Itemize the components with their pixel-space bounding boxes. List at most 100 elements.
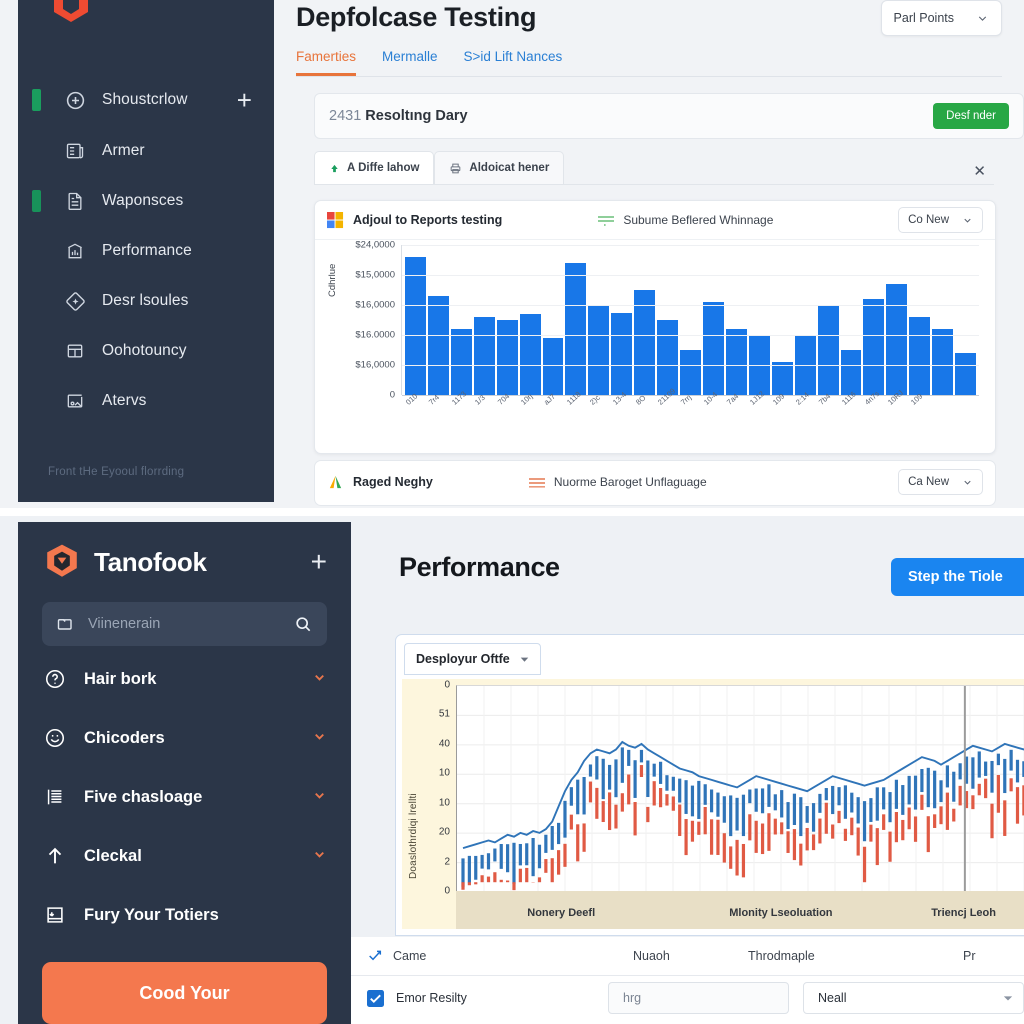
add-button[interactable]: + — [237, 87, 252, 113]
performance-chart-card: Desployur Oftfe Doaslothrdiqi lrellti 0 5… — [395, 634, 1024, 936]
bar-chart-bar[interactable] — [863, 299, 885, 395]
line-chart-band-label: Mlonity Lseoluation — [729, 907, 833, 919]
table-col-pr: Pr — [963, 949, 976, 963]
bar-chart-bar[interactable] — [588, 305, 610, 395]
file-tab-label: A Diffe lahow — [347, 162, 420, 174]
question-circle-icon — [42, 668, 68, 690]
sidebar-item-shoustcrlow[interactable]: Shoustcrlow + — [18, 74, 274, 126]
line-chart-y-tick: 40 — [438, 738, 450, 750]
row-select-label: Neall — [818, 991, 847, 1005]
cood-your-button[interactable]: Cood Your — [42, 962, 327, 1024]
bar-chart-gridline — [402, 245, 979, 246]
line-chart-y-tick: 2 — [444, 856, 450, 868]
bar-chart-bar[interactable] — [932, 329, 954, 395]
close-icon[interactable]: ✕ — [973, 162, 986, 180]
bar-chart-select[interactable]: Co New — [898, 207, 983, 233]
sidebar-item-label: Fury Your Totiers — [84, 905, 219, 924]
orange-hexagon-logo-icon — [42, 542, 82, 582]
sidebar-item-chicoders[interactable]: Chicoders — [18, 712, 351, 764]
sidebar-item-fury-your-totiers[interactable]: Fury Your Totiers — [18, 889, 351, 941]
sidebar-item-armer[interactable]: Armer — [18, 126, 274, 176]
brand-header: Tanofook + — [18, 522, 351, 602]
tab-sid-lift-nances[interactable]: S>id Lift Nances — [464, 49, 563, 76]
table-col-throdmaple: Throdmaple — [748, 949, 815, 963]
bar-chart-bar[interactable] — [886, 284, 908, 395]
chevron-down-icon[interactable] — [312, 788, 327, 806]
bar-chart-bar[interactable] — [565, 263, 587, 395]
blue-check-icon[interactable] — [367, 989, 384, 1007]
header-select[interactable]: Parl Points — [880, 0, 1002, 36]
bar-chart-bar[interactable] — [909, 317, 931, 395]
bar-chart-bar[interactable] — [817, 305, 839, 395]
bar-chart-x-axis: 010 7r4 1173 1/3 704 10rj aJ7 1118 2)c 13-4 8O 2110… — [401, 386, 979, 439]
chevron-down-icon — [962, 215, 973, 226]
bar-chart-bar[interactable] — [634, 290, 656, 395]
bar-chart-gridline — [402, 275, 979, 276]
table-row[interactable]: Adeal nent 10.47UM $:201. Gartt 2019 20,… — [351, 1020, 1024, 1024]
bar-chart-bar[interactable] — [519, 314, 541, 395]
line-chart-band-label: Nonery Deefl — [527, 907, 596, 919]
diamond-sparkle-icon — [62, 291, 88, 312]
file-tab-bar: A Diffe lahow Aldoicat hener ✕ — [314, 151, 994, 185]
sidebar-item-label: Five chasloage — [84, 787, 203, 806]
green-up-arrow-icon — [329, 163, 340, 174]
raged-neghy-title: Raged Neghy — [353, 475, 433, 489]
sidebar-item-label: Cleckal — [84, 846, 142, 865]
bar-chart-bar[interactable] — [542, 338, 564, 395]
chart-select-label: Desployur Oftfe — [416, 652, 510, 666]
sidebar-item-cleckal[interactable]: Cleckal — [18, 830, 351, 882]
bar-chart-bar[interactable] — [657, 320, 679, 395]
bottom-main: Performance Step the Tiole Desployur Oft… — [351, 522, 1024, 1024]
file-tab-a-diffe-lahow[interactable]: A Diffe lahow — [314, 151, 435, 184]
chevron-down-icon[interactable] — [312, 729, 327, 747]
line-chart-y-tick: 10 — [438, 797, 450, 809]
search-input[interactable]: Viinenerain — [42, 602, 327, 646]
table-row[interactable]: Emor Resilty hrg Neall — [351, 976, 1024, 1020]
summary-count: 2431 — [329, 108, 362, 124]
sidebar-item-label: Atervs — [102, 392, 147, 409]
bar-chart-bar[interactable] — [725, 329, 747, 395]
summary-bar: 2431 Resoltıng Dary Desf nder — [314, 93, 1024, 139]
file-tab-label: Aldoicat hener — [469, 162, 550, 174]
row-name: Emor Resilty — [396, 991, 467, 1005]
sidebar-item-atervs[interactable]: Atervs — [18, 376, 274, 426]
bar-chart-subtitle-group: Subume Beflered Whinnage — [598, 213, 773, 227]
file-tab-aldoicat-hener[interactable]: Aldoicat hener — [434, 151, 565, 184]
header-select-label: Parl Points — [893, 11, 954, 25]
bar-chart-bar[interactable] — [405, 257, 426, 395]
row-select-neall[interactable]: Neall — [803, 982, 1024, 1014]
sidebar-item-performance[interactable]: Performance — [18, 226, 274, 276]
sidebar-item-waponsces[interactable]: Waponsces — [18, 176, 274, 226]
bar-chart-bar[interactable] — [473, 317, 495, 395]
add-button[interactable]: + — [311, 548, 327, 576]
bar-chart-y-tick: $16,0000 — [355, 359, 395, 371]
tab-famerties[interactable]: Famerties — [296, 49, 357, 76]
list-lines-icon — [42, 786, 68, 808]
sidebar-item-five-chasloage[interactable]: Five chasloage — [18, 771, 351, 823]
step-the-tiole-button[interactable]: Step the Tiole — [891, 558, 1024, 596]
green-lines-icon — [598, 215, 615, 226]
tab-mermalle[interactable]: Mermalle — [382, 49, 438, 76]
sidebar-item-oohotouncy[interactable]: Oohotouncy — [18, 326, 274, 376]
line-chart-y-tick: 10 — [438, 767, 450, 779]
chart-select[interactable]: Desployur Oftfe — [404, 643, 541, 675]
bar-chart-bars — [402, 245, 979, 395]
raged-neghy-subtitle-group: Nuorme Baroget Unflaguage — [528, 475, 707, 489]
bar-chart-bar[interactable] — [427, 296, 449, 395]
raged-neghy-select[interactable]: Ca New — [898, 469, 983, 495]
up-arrow-icon — [42, 845, 68, 867]
bar-chart-bar[interactable] — [450, 329, 472, 395]
desf-nder-button[interactable]: Desf nder — [933, 103, 1009, 129]
bar-chart-bar[interactable] — [496, 320, 518, 395]
row-input-hrg[interactable]: hrg — [608, 982, 789, 1014]
blue-check-arrow-icon — [367, 948, 383, 964]
sidebar-item-hair-bork[interactable]: Hair bork — [18, 653, 351, 705]
search-icon[interactable] — [293, 614, 313, 634]
bar-chart-bar[interactable] — [702, 302, 724, 395]
chevron-down-icon[interactable] — [312, 847, 327, 865]
sidebar-item-desr-lsoules[interactable]: Desr lsoules — [18, 276, 274, 326]
bar-chart-card-header: Adjoul to Reports testing Subume Beflere… — [315, 201, 995, 240]
bar-chart-bar[interactable] — [611, 312, 633, 395]
chevron-down-icon[interactable] — [312, 670, 327, 688]
green-triangle-icon — [327, 474, 344, 491]
